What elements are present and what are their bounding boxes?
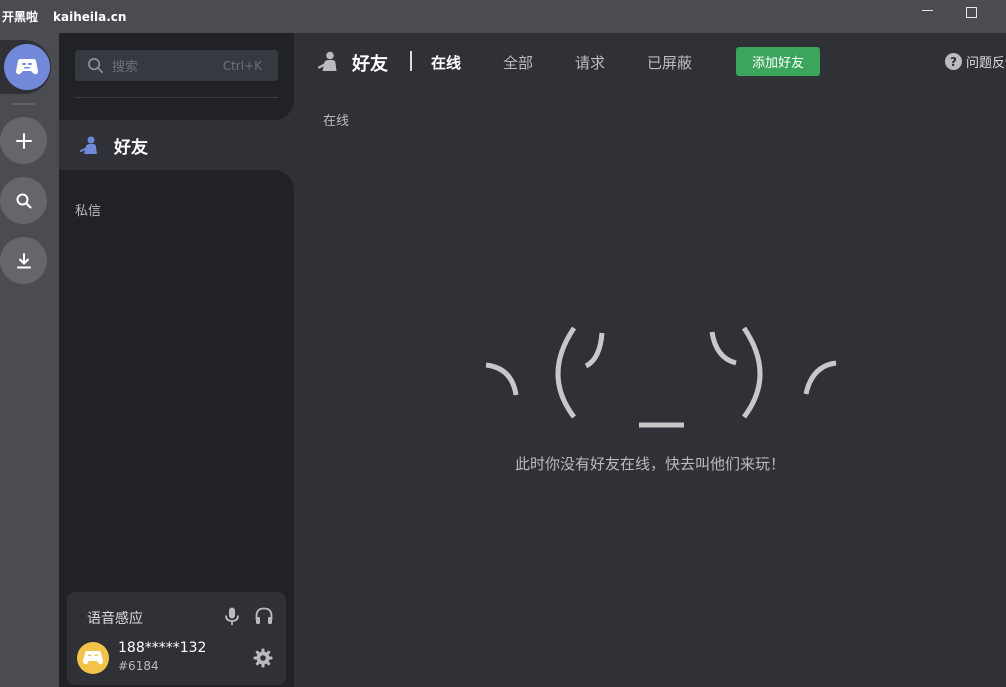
search-input[interactable]: 搜索 Ctrl+K xyxy=(75,50,278,81)
download-icon xyxy=(16,252,31,268)
server-rail xyxy=(0,33,59,687)
user-tag: #6184 xyxy=(118,659,159,673)
search-icon xyxy=(88,58,103,73)
minimize-icon xyxy=(921,10,933,11)
help-feedback-link[interactable]: ? 问题反馈 xyxy=(945,52,1006,71)
dm-list: 私信 语音感应 188*****132 #6184 xyxy=(59,170,294,687)
sidebar-item-label: 好友 xyxy=(114,137,148,158)
tab-requests[interactable]: 请求 xyxy=(575,52,605,73)
minimize-button[interactable] xyxy=(904,0,950,33)
title-bar: 开黑啦 kaiheila.cn xyxy=(0,0,1006,33)
search-shortcut: Ctrl+K xyxy=(222,58,262,73)
empty-state-message: 此时你没有好友在线，快去叫他们来玩！ xyxy=(514,455,785,473)
tab-online[interactable]: 在线 xyxy=(431,52,461,73)
friends-icon xyxy=(80,136,97,154)
help-label: 问题反馈 xyxy=(966,56,1006,71)
download-button[interactable] xyxy=(0,237,47,284)
search-icon xyxy=(16,193,31,208)
section-label: 在线 xyxy=(323,114,350,129)
maximize-button[interactable] xyxy=(948,0,994,33)
tab-all[interactable]: 全部 xyxy=(503,52,533,73)
sidebar-header: 搜索 Ctrl+K xyxy=(59,33,294,120)
app-brand: 开黑啦 xyxy=(2,10,39,24)
user-panel: 语音感应 188*****132 #6184 xyxy=(67,592,286,685)
friends-icon xyxy=(318,51,337,71)
channel-sidebar: 搜索 Ctrl+K 好友 私信 语音感应 188*****132 #6184 xyxy=(59,33,294,687)
avatar[interactable] xyxy=(77,642,109,674)
kaiheila-logo-icon xyxy=(4,44,50,90)
microphone-icon[interactable] xyxy=(222,606,242,626)
sidebar-item-friends[interactable]: 好友 xyxy=(67,122,294,168)
add-server-button[interactable] xyxy=(0,117,47,164)
rail-divider xyxy=(11,103,35,105)
app-domain: kaiheila.cn xyxy=(53,9,127,24)
dm-section-label: 私信 xyxy=(75,204,102,219)
header-divider xyxy=(410,51,412,71)
tab-blocked[interactable]: 已屏蔽 xyxy=(647,52,692,73)
add-friend-button[interactable]: 添加好友 xyxy=(736,47,820,76)
voice-mode-label: 语音感应 xyxy=(87,611,143,627)
username: 188*****132 xyxy=(118,640,207,656)
headphones-icon[interactable] xyxy=(254,606,274,626)
search-placeholder: 搜索 xyxy=(112,60,139,75)
friends-page: 好友 在线 全部 请求 已屏蔽 添加好友 ? 问题反馈 在线 此时你没有好友在线… xyxy=(294,33,1006,687)
page-title: 好友 xyxy=(352,54,388,75)
gear-icon[interactable] xyxy=(253,648,273,668)
discover-button[interactable] xyxy=(0,177,47,224)
shrug-illustration xyxy=(485,326,837,428)
sidebar-divider xyxy=(75,97,278,98)
question-icon: ? xyxy=(945,53,962,70)
maximize-icon xyxy=(965,7,977,18)
plus-icon xyxy=(15,132,32,149)
home-button[interactable] xyxy=(0,40,51,94)
